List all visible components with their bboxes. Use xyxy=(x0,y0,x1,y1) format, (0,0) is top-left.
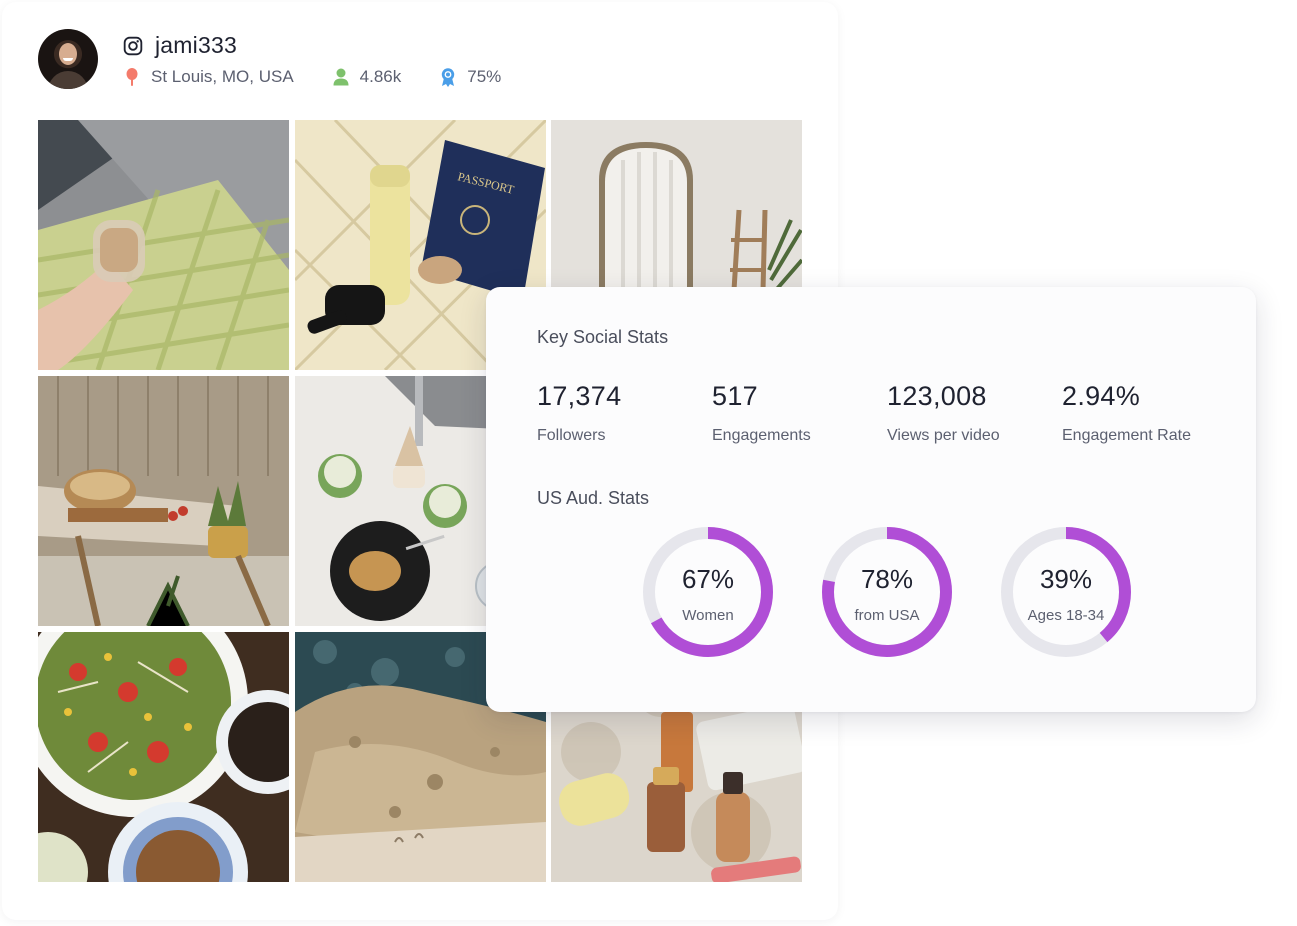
audience-stats-title: US Aud. Stats xyxy=(537,488,650,508)
badge-icon xyxy=(442,68,455,87)
stat-engagements: 517 Engagements xyxy=(712,381,811,445)
photo-tile[interactable] xyxy=(38,632,289,882)
stat-value: 123,008 xyxy=(887,381,987,411)
donut-percent: 39% xyxy=(1039,564,1093,594)
stat-label: Followers xyxy=(537,427,606,444)
donut-label: Women xyxy=(682,607,734,624)
stat-views-per-video: 123,008 Views per video xyxy=(887,381,1000,445)
profile-header: jami333 xyxy=(123,32,237,59)
stat-label: Engagement Rate xyxy=(1062,427,1191,444)
stat-label: Engagements xyxy=(712,427,811,444)
location-pin-icon xyxy=(126,68,138,86)
profile-handle[interactable]: jami333 xyxy=(155,32,237,59)
score-value: 75% xyxy=(467,67,502,86)
donut-percent: 78% xyxy=(860,564,914,594)
key-stats-title: Key Social Stats xyxy=(537,327,669,347)
donut-label: Ages 18-34 xyxy=(1027,607,1105,624)
stat-label: Views per video xyxy=(887,427,1000,444)
stat-value: 517 xyxy=(712,381,758,411)
followers-count: 4.86k xyxy=(332,67,402,87)
person-icon xyxy=(333,68,349,86)
donut-percent: 67% xyxy=(681,564,735,594)
location-text: St Louis, MO, USA xyxy=(151,67,294,86)
avatar[interactable] xyxy=(38,29,98,89)
donut-ages: 39% Ages 18-34 xyxy=(997,523,1135,661)
location: St Louis, MO, USA xyxy=(123,67,294,87)
stat-value: 17,374 xyxy=(537,381,622,411)
stat-followers: 17,374 Followers xyxy=(537,381,621,445)
score: 75% xyxy=(439,67,501,87)
stat-value: 2.94% xyxy=(1062,381,1141,411)
donut-label: from USA xyxy=(854,607,920,624)
photo-tile[interactable] xyxy=(38,376,289,626)
photo-tile[interactable] xyxy=(38,120,289,370)
key-stats-card: Key Social Stats 17,374 Followers 517 En… xyxy=(486,287,1256,712)
instagram-icon[interactable] xyxy=(123,36,143,56)
stat-engagement-rate: 2.94% Engagement Rate xyxy=(1062,381,1191,445)
followers-short: 4.86k xyxy=(359,67,402,86)
donut-from-usa: 78% from USA xyxy=(818,523,956,661)
profile-meta: St Louis, MO, USA 4.86k 75% xyxy=(123,66,501,88)
donut-women: 67% Women xyxy=(639,523,777,661)
